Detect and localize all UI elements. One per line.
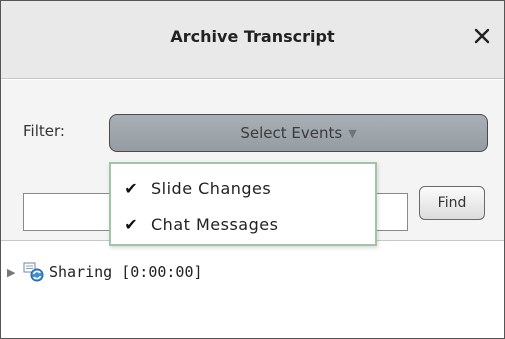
close-icon [474, 28, 490, 44]
tree-item-sharing[interactable]: ▶ Sharing [0:00:00] [7, 260, 203, 284]
filter-label: Filter: [23, 122, 65, 140]
events-dropdown-menu: ✔ Slide Changes ✔ Chat Messages [109, 162, 377, 246]
select-events-dropdown[interactable]: Select Events ▼ [109, 114, 488, 152]
checkmark-icon: ✔ [124, 214, 138, 234]
close-button[interactable] [469, 23, 495, 49]
window-title: Archive Transcript [170, 27, 335, 46]
tree-item-label: Sharing [0:00:00] [49, 263, 203, 281]
checkmark-icon: ✔ [124, 178, 138, 198]
menu-item-slide-changes[interactable]: ✔ Slide Changes [111, 170, 375, 206]
title-bar: Archive Transcript [1, 1, 504, 79]
archive-transcript-window: Archive Transcript Filter: Select Events… [0, 0, 505, 339]
menu-item-label: Slide Changes [151, 178, 272, 198]
dropdown-arrow-icon: ▼ [348, 126, 357, 140]
expand-arrow-icon[interactable]: ▶ [7, 266, 19, 279]
menu-item-label: Chat Messages [151, 214, 279, 234]
select-events-label: Select Events [240, 124, 343, 142]
sharing-icon [23, 262, 44, 282]
find-button[interactable]: Find [419, 186, 485, 220]
menu-item-chat-messages[interactable]: ✔ Chat Messages [111, 206, 375, 242]
